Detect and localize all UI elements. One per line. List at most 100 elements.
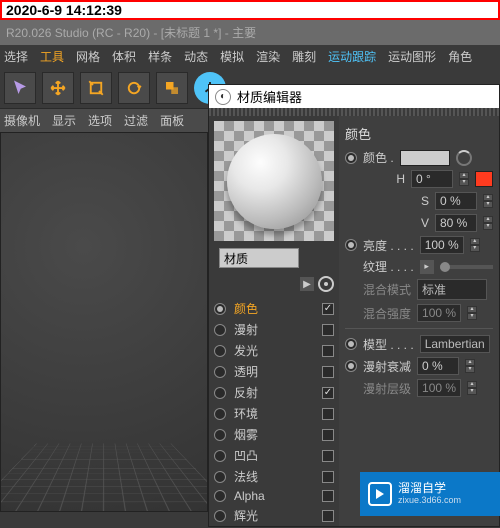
- channel-radio[interactable]: [214, 303, 226, 315]
- diff-level-spinner[interactable]: ▴▾: [467, 381, 477, 395]
- grab-handle-icon[interactable]: [209, 108, 499, 116]
- diff-falloff-radio[interactable]: [345, 360, 357, 372]
- blend-strength-field[interactable]: 100 %: [417, 304, 461, 322]
- channel-radio[interactable]: [214, 471, 226, 483]
- menu-motrack[interactable]: 运动跟踪: [328, 48, 376, 65]
- h-spinner[interactable]: ▴▾: [459, 172, 469, 186]
- channel-checkbox[interactable]: [322, 450, 334, 462]
- cursor-tool-icon[interactable]: [4, 72, 36, 104]
- view-cam[interactable]: 摄像机: [4, 112, 40, 129]
- view-panel[interactable]: 面板: [160, 112, 184, 129]
- brightness-spinner[interactable]: ▴▾: [470, 238, 480, 252]
- hue-swatch[interactable]: [475, 171, 493, 187]
- model-label: 模型 . . . .: [363, 336, 414, 353]
- v-field[interactable]: 80 %: [435, 214, 477, 232]
- menu-motion[interactable]: 动态: [184, 48, 208, 65]
- channel-radio[interactable]: [214, 324, 226, 336]
- menu-volume[interactable]: 体积: [112, 48, 136, 65]
- channel-checkbox[interactable]: [322, 345, 334, 357]
- rotate-tool-icon[interactable]: [118, 72, 150, 104]
- channel-checkbox[interactable]: [322, 490, 334, 502]
- color-radio[interactable]: [345, 152, 357, 164]
- menu-mograph[interactable]: 运动图形: [388, 48, 436, 65]
- diff-falloff-spinner[interactable]: ▴▾: [465, 359, 475, 373]
- diff-level-field[interactable]: 100 %: [417, 379, 461, 397]
- s-field[interactable]: 0 %: [435, 192, 477, 210]
- color-swatch[interactable]: [400, 150, 450, 166]
- channel-row[interactable]: 漫射: [214, 319, 334, 340]
- channel-checkbox[interactable]: [322, 366, 334, 378]
- channel-radio[interactable]: [214, 408, 226, 420]
- blend-mode-select[interactable]: 标准: [417, 279, 487, 300]
- channel-row[interactable]: Alpha: [214, 487, 334, 505]
- main-menubar: 选择 工具 网格 体积 样条 动态 模拟 渲染 雕刻 运动跟踪 运动图形 角色: [0, 45, 500, 68]
- v-label: V: [421, 216, 429, 230]
- channel-row[interactable]: 颜色✓: [214, 298, 334, 319]
- channel-checkbox[interactable]: ✓: [322, 387, 334, 399]
- loading-icon: [456, 150, 472, 166]
- menu-tools[interactable]: 工具: [40, 48, 64, 65]
- channel-radio[interactable]: [214, 366, 226, 378]
- channel-row[interactable]: 反射✓: [214, 382, 334, 403]
- menu-spline[interactable]: 样条: [148, 48, 172, 65]
- channel-row[interactable]: 凹凸: [214, 445, 334, 466]
- channel-checkbox[interactable]: [322, 471, 334, 483]
- channel-row[interactable]: 发光: [214, 340, 334, 361]
- view-filter[interactable]: 过滤: [124, 112, 148, 129]
- channel-row[interactable]: 辉光: [214, 505, 334, 526]
- menu-select[interactable]: 选择: [4, 48, 28, 65]
- view-disp[interactable]: 显示: [52, 112, 76, 129]
- menu-render[interactable]: 渲染: [256, 48, 280, 65]
- channel-row[interactable]: 环境: [214, 403, 334, 424]
- menu-mesh[interactable]: 网格: [76, 48, 100, 65]
- diff-falloff-field[interactable]: 0 %: [417, 357, 459, 375]
- blend-strength-spinner[interactable]: ▴▾: [467, 306, 477, 320]
- channel-checkbox[interactable]: [322, 324, 334, 336]
- channel-radio[interactable]: [214, 387, 226, 399]
- channel-radio[interactable]: [214, 345, 226, 357]
- channel-radio[interactable]: [214, 429, 226, 441]
- channel-row[interactable]: 烟雾: [214, 424, 334, 445]
- material-preview[interactable]: [214, 121, 334, 241]
- channel-checkbox[interactable]: ✓: [322, 303, 334, 315]
- texture-picker-icon[interactable]: ▸: [420, 260, 434, 274]
- texture-slider[interactable]: [440, 265, 493, 269]
- channel-label: 漫射: [234, 321, 258, 338]
- channel-label: 凹凸: [234, 447, 258, 464]
- triangle-right-icon[interactable]: ▶: [300, 277, 314, 291]
- channel-row[interactable]: 透明: [214, 361, 334, 382]
- texture-label: 纹理 . . . .: [363, 258, 414, 275]
- h-field[interactable]: 0 °: [411, 170, 453, 188]
- material-name-input[interactable]: [219, 248, 299, 268]
- channel-radio[interactable]: [214, 450, 226, 462]
- channel-checkbox[interactable]: [322, 408, 334, 420]
- material-editor-window: ◐ 材质编辑器 ▶ 颜色✓漫射发光透明反射✓环境烟雾凹凸法线Alpha辉光 颜色…: [208, 84, 500, 527]
- c4d-app-icon: ◐: [215, 89, 231, 105]
- preview-sphere-icon: [227, 134, 322, 229]
- channel-label: 法线: [234, 468, 258, 485]
- move-tool-icon[interactable]: [42, 72, 74, 104]
- model-select[interactable]: Lambertian: [420, 335, 490, 353]
- channel-row[interactable]: 法线: [214, 466, 334, 487]
- channel-checkbox[interactable]: [322, 510, 334, 522]
- scale-tool-icon[interactable]: [80, 72, 112, 104]
- brightness-radio[interactable]: [345, 239, 357, 251]
- brightness-field[interactable]: 100 %: [420, 236, 464, 254]
- last-tool-icon[interactable]: [156, 72, 188, 104]
- watermark-badge: 溜溜自学 zixue.3d66.com: [360, 472, 500, 516]
- v-spinner[interactable]: ▴▾: [483, 216, 493, 230]
- s-spinner[interactable]: ▴▾: [483, 194, 493, 208]
- view-opt[interactable]: 选项: [88, 112, 112, 129]
- timestamp-overlay: 2020-6-9 14:12:39: [0, 0, 500, 20]
- menu-sim[interactable]: 模拟: [220, 48, 244, 65]
- channel-checkbox[interactable]: [322, 429, 334, 441]
- channel-label: 发光: [234, 342, 258, 359]
- menu-sculpt[interactable]: 雕刻: [292, 48, 316, 65]
- menu-char[interactable]: 角色: [448, 48, 472, 65]
- model-radio[interactable]: [345, 338, 357, 350]
- channel-radio[interactable]: [214, 510, 226, 522]
- target-icon[interactable]: [318, 276, 334, 292]
- material-editor-titlebar[interactable]: ◐ 材质编辑器: [209, 85, 499, 108]
- viewport-3d[interactable]: [0, 132, 208, 512]
- channel-radio[interactable]: [214, 490, 226, 502]
